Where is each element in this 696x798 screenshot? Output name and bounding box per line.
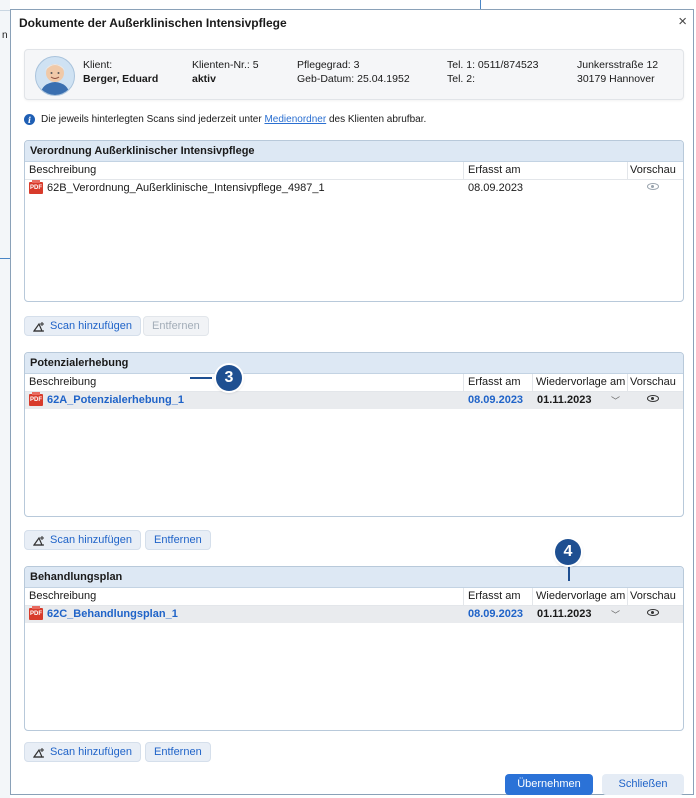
followup-date[interactable]: 01.11.2023 [537, 608, 591, 620]
annotation-marker-4: 4 [555, 539, 581, 565]
panel-verordnung: Verordnung Außerklinischer Intensivpfleg… [24, 140, 684, 302]
table-header: Beschreibung Erfasst am Wiedervorlage am… [25, 374, 683, 392]
add-scan-label: Scan hinzufügen [50, 746, 132, 758]
chevron-down-icon[interactable]: ﹀ [611, 394, 620, 407]
annotation-marker-3: 3 [216, 365, 242, 391]
eye-icon[interactable] [647, 609, 659, 616]
document-name[interactable]: 62A_Potenzialerhebung_1 [47, 394, 184, 406]
scan-add-icon [33, 321, 44, 332]
document-name[interactable]: 62C_Behandlungsplan_1 [47, 608, 178, 620]
eye-icon[interactable] [647, 183, 659, 190]
document-name: 62B_Verordnung_Außerklinische_Intensivpf… [47, 182, 325, 194]
client-number: Klienten-Nr.: 5 [192, 59, 259, 71]
client-card: Klient: Berger, Eduard Klienten-Nr.: 5 a… [24, 49, 684, 100]
add-scan-label: Scan hinzufügen [50, 534, 132, 546]
info-text-before: Die jeweils hinterlegten Scans sind jede… [41, 114, 262, 125]
chevron-down-icon[interactable]: ﹀ [611, 608, 620, 621]
panel-potenzialerhebung: Potenzialerhebung Beschreibung Erfasst a… [24, 352, 684, 517]
birth-date: Geb-Datum: 25.04.1952 [297, 73, 410, 85]
city: 30179 Hannover [577, 73, 655, 85]
phone-1: Tel. 1: 0511/874523 [447, 59, 539, 71]
document-date: 08.09.2023 [468, 394, 524, 406]
table-row[interactable]: PDF 62B_Verordnung_Außerklinische_Intens… [25, 180, 683, 197]
background-text: n [2, 30, 8, 41]
remove-button[interactable]: Entfernen [145, 742, 211, 762]
add-scan-label: Scan hinzufügen [50, 320, 132, 332]
col-description[interactable]: Beschreibung [29, 376, 96, 388]
marker-3-line [190, 377, 212, 379]
scan-add-icon [33, 747, 44, 758]
marker-4-line [568, 564, 570, 581]
apply-button[interactable]: Übernehmen [505, 774, 593, 795]
info-text-after: des Klienten abrufbar. [328, 114, 427, 125]
col-description[interactable]: Beschreibung [29, 164, 96, 176]
background-divider-blue [0, 258, 10, 259]
col-preview[interactable]: Vorschau [630, 590, 676, 602]
panel-behandlungsplan: Behandlungsplan Beschreibung Erfasst am … [24, 566, 684, 731]
document-date: 08.09.2023 [468, 182, 524, 194]
col-date[interactable]: Erfasst am [468, 164, 521, 176]
remove-button[interactable]: Entfernen [143, 316, 209, 336]
panel-title: Verordnung Außerklinischer Intensivpfleg… [25, 141, 683, 162]
table-row[interactable]: PDF 62C_Behandlungsplan_1 08.09.2023 01.… [25, 606, 683, 623]
add-scan-button[interactable]: Scan hinzufügen [24, 742, 141, 762]
client-status: aktiv [192, 73, 216, 85]
media-folder-link[interactable]: Medienordner [264, 114, 326, 125]
care-level: Pflegegrad: 3 [297, 59, 360, 71]
documents-dialog: Dokumente der Außerklinischen Intensivpf… [10, 9, 694, 795]
col-preview[interactable]: Vorschau [630, 376, 676, 388]
col-date[interactable]: Erfasst am [468, 376, 521, 388]
close-icon[interactable]: × [678, 13, 687, 30]
add-scan-button[interactable]: Scan hinzufügen [24, 530, 141, 550]
table-header: Beschreibung Erfasst am Vorschau [25, 162, 683, 180]
followup-date[interactable]: 01.11.2023 [537, 394, 591, 406]
info-icon: i [24, 114, 35, 125]
background-divider-top [480, 0, 481, 9]
col-followup[interactable]: Wiedervorlage am [536, 376, 625, 388]
street: Junkersstraße 12 [577, 59, 659, 71]
pdf-icon: PDF [29, 606, 43, 620]
remove-button[interactable]: Entfernen [145, 530, 211, 550]
col-date[interactable]: Erfasst am [468, 590, 521, 602]
avatar [35, 56, 75, 96]
pdf-icon: PDF [29, 180, 43, 194]
client-label: Klient: [83, 59, 113, 71]
pdf-icon: PDF [29, 392, 43, 406]
col-followup[interactable]: Wiedervorlage am [536, 590, 625, 602]
panel-title: Behandlungsplan [25, 567, 683, 588]
background-window: n [0, 0, 10, 798]
eye-icon[interactable] [647, 395, 659, 402]
add-scan-button[interactable]: Scan hinzufügen [24, 316, 141, 336]
col-preview[interactable]: Vorschau [630, 164, 676, 176]
panel-title: Potenzialerhebung [25, 353, 683, 374]
col-description[interactable]: Beschreibung [29, 590, 96, 602]
client-name: Berger, Eduard [83, 73, 159, 85]
dialog-title: Dokumente der Außerklinischen Intensivpf… [19, 16, 287, 30]
table-header: Beschreibung Erfasst am Wiedervorlage am… [25, 588, 683, 606]
document-date: 08.09.2023 [468, 608, 524, 620]
scan-add-icon [33, 535, 44, 546]
background-divider [0, 10, 10, 11]
info-line: i Die jeweils hinterlegten Scans sind je… [24, 114, 426, 125]
table-row[interactable]: PDF 62A_Potenzialerhebung_1 08.09.2023 0… [25, 392, 683, 409]
phone-2: Tel. 2: [447, 73, 476, 85]
close-button[interactable]: Schließen [602, 774, 684, 795]
